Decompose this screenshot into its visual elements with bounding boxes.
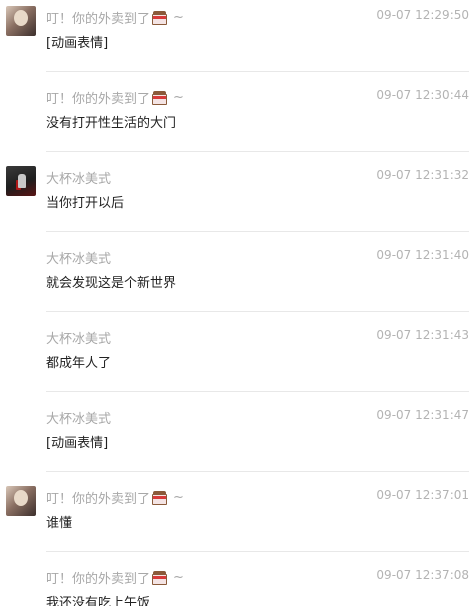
sender-suffix: ~ (173, 90, 184, 105)
tiffin-box-icon (152, 570, 168, 585)
message-timestamp: 09-07 12:31:32 (376, 168, 469, 182)
message-text: [动画表情] (46, 36, 109, 51)
user-avatar[interactable] (6, 486, 36, 516)
message-timestamp: 09-07 12:31:47 (376, 408, 469, 422)
message-divider (46, 151, 469, 152)
sender-name[interactable]: 大杯冰美式 (46, 328, 111, 347)
sender-name[interactable]: 大杯冰美式 (46, 168, 111, 187)
sender-name[interactable]: 叮！你的外卖到了 ~ (46, 88, 184, 107)
sender-suffix: ~ (173, 570, 184, 585)
message-text: 都成年人了 (46, 356, 112, 371)
chat-message[interactable]: 叮！你的外卖到了 ~ 09-07 12:37:08 我还没有吃上午饭 (0, 560, 475, 606)
sender-name-text: 叮！你的外卖到了 (46, 492, 151, 507)
message-divider (46, 71, 469, 72)
sender-name[interactable]: 叮！你的外卖到了 ~ (46, 488, 184, 507)
sender-name-text: 大杯冰美式 (46, 172, 112, 187)
sender-suffix: ~ (173, 490, 184, 505)
sender-name[interactable]: 大杯冰美式 (46, 408, 111, 427)
sender-name[interactable]: 叮！你的外卖到了 ~ (46, 568, 184, 587)
message-timestamp: 09-07 12:37:01 (376, 488, 469, 502)
user-avatar[interactable] (6, 166, 36, 196)
tiffin-box-icon (152, 490, 168, 505)
tiffin-box-icon (152, 10, 168, 25)
message-text: 当你打开以后 (46, 196, 125, 211)
message-timestamp: 09-07 12:37:08 (376, 568, 469, 582)
message-divider (46, 551, 469, 552)
sender-name-text: 叮！你的外卖到了 (46, 12, 151, 27)
chat-message[interactable]: 叮！你的外卖到了 ~ 09-07 12:30:44 没有打开性生活的大门 (0, 80, 475, 160)
message-text: 我还没有吃上午饭 (46, 596, 151, 606)
chat-message[interactable]: 大杯冰美式 09-07 12:31:43 都成年人了 (0, 320, 475, 400)
message-timestamp: 09-07 12:30:44 (376, 88, 469, 102)
message-text: [动画表情] (46, 436, 109, 451)
message-divider (46, 311, 469, 312)
message-text: 没有打开性生活的大门 (46, 116, 177, 131)
sender-name[interactable]: 大杯冰美式 (46, 248, 111, 267)
chat-message[interactable]: 叮！你的外卖到了 ~ 09-07 12:29:50 [动画表情] (0, 0, 475, 80)
message-timestamp: 09-07 12:31:40 (376, 248, 469, 262)
message-divider (46, 231, 469, 232)
message-text: 就会发现这是个新世界 (46, 276, 177, 291)
chat-message-list: 叮！你的外卖到了 ~ 09-07 12:29:50 [动画表情] 叮！你的外卖到… (0, 0, 475, 606)
message-divider (46, 471, 469, 472)
sender-name[interactable]: 叮！你的外卖到了 ~ (46, 8, 184, 27)
chat-message[interactable]: 大杯冰美式 09-07 12:31:47 [动画表情] (0, 400, 475, 480)
message-timestamp: 09-07 12:29:50 (376, 8, 469, 22)
message-timestamp: 09-07 12:31:43 (376, 328, 469, 342)
sender-suffix: ~ (173, 10, 184, 25)
message-text: 谁懂 (46, 516, 73, 531)
chat-message[interactable]: 大杯冰美式 09-07 12:31:32 当你打开以后 (0, 160, 475, 240)
chat-message[interactable]: 大杯冰美式 09-07 12:31:40 就会发现这是个新世界 (0, 240, 475, 320)
user-avatar[interactable] (6, 6, 36, 36)
sender-name-text: 大杯冰美式 (46, 332, 112, 347)
message-divider (46, 391, 469, 392)
sender-name-text: 大杯冰美式 (46, 412, 112, 427)
sender-name-text: 叮！你的外卖到了 (46, 572, 151, 587)
sender-name-text: 叮！你的外卖到了 (46, 92, 151, 107)
chat-message[interactable]: 叮！你的外卖到了 ~ 09-07 12:37:01 谁懂 (0, 480, 475, 560)
sender-name-text: 大杯冰美式 (46, 252, 112, 267)
tiffin-box-icon (152, 90, 168, 105)
